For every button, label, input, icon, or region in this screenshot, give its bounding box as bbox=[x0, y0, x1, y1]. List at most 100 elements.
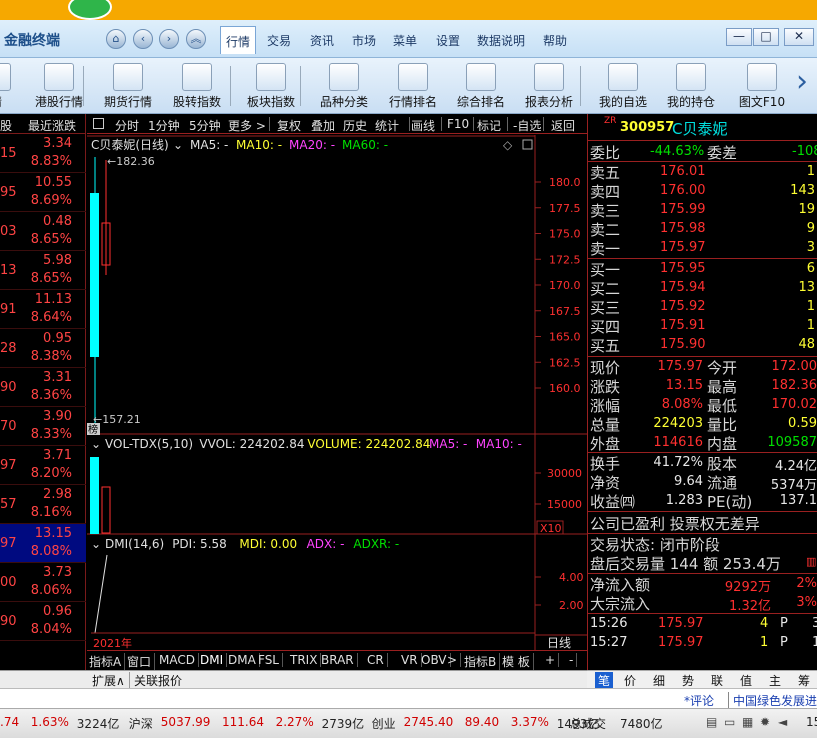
menu-menu[interactable]: 菜单 bbox=[393, 32, 417, 49]
dmi-chart[interactable]: ⌄ DMI(14,6) PDI: 5.58 MDI: 0.00 ADX: - ADXR: … bbox=[87, 535, 587, 650]
menu-news[interactable]: 资讯 bbox=[310, 32, 334, 49]
toolbar-basket-button[interactable]: 我的自选 bbox=[592, 60, 654, 112]
toolbar-bar-rank-button[interactable]: 综合排名 bbox=[450, 60, 512, 112]
ask-label: 卖一 bbox=[590, 240, 621, 258]
chart-tab[interactable]: 返回 bbox=[551, 117, 575, 134]
toolbar-hk-chart-button[interactable]: 港股行情 bbox=[28, 60, 90, 112]
extension-bar: 扩展∧ 关联报价 bbox=[0, 670, 587, 689]
indicator-tab[interactable]: > bbox=[447, 653, 462, 667]
menu-market[interactable]: 市场 bbox=[352, 32, 376, 49]
speaker-icon[interactable]: ◄ bbox=[778, 715, 787, 729]
indicator-tab[interactable]: 指标A bbox=[89, 653, 126, 670]
chart-tab[interactable]: 更多 > bbox=[228, 117, 266, 134]
back-icon[interactable]: ‹ bbox=[133, 29, 153, 49]
menu-help[interactable]: 帮助 bbox=[543, 32, 567, 49]
close-button[interactable]: ✕ bbox=[784, 28, 814, 46]
toolbar-report-pie-button[interactable]: 报表分析 bbox=[518, 60, 580, 112]
news-comment-link[interactable]: *评论 bbox=[684, 692, 714, 709]
doc-icon[interactable]: ▦ bbox=[742, 715, 753, 729]
indicator-tab[interactable]: 窗口 bbox=[127, 653, 156, 670]
maximize-button[interactable]: □ bbox=[753, 28, 779, 46]
toolbar-category-button[interactable]: 品种分类 bbox=[313, 60, 375, 112]
indicator-tab[interactable]: + bbox=[545, 653, 560, 667]
indicator-tab[interactable]: BRAR bbox=[321, 653, 358, 667]
quote-tab[interactable]: 联 bbox=[711, 672, 723, 689]
stock-list-header-change[interactable]: 最近涨跌 bbox=[28, 117, 76, 134]
chart-tab[interactable]: 历史 bbox=[343, 117, 367, 134]
indicator-tab[interactable]: VR bbox=[401, 653, 422, 667]
window-icon[interactable]: ▭ bbox=[724, 715, 735, 729]
stock-row[interactable]: 95 10.55 8.69% bbox=[0, 173, 86, 212]
toolbar-ranking-button[interactable]: 行情排名 bbox=[382, 60, 444, 112]
home-icon[interactable]: ⌂ bbox=[106, 29, 126, 49]
quote-tab[interactable]: 势 bbox=[682, 672, 694, 689]
stock-code-suffix: 15 bbox=[0, 146, 17, 161]
stock-row[interactable]: 90 0.96 8.04% bbox=[0, 602, 86, 641]
toolbar-futures-button[interactable]: 期货行情 bbox=[97, 60, 159, 112]
volume-chart[interactable]: ⌄ VOL-TDX(5,10) VVOL: 224202.84 VOLUME: 224… bbox=[87, 435, 587, 535]
stock-row[interactable]: 90 3.31 8.36% bbox=[0, 368, 86, 407]
indicator-tab[interactable]: 指标B bbox=[464, 653, 501, 670]
stock-row[interactable]: 13 5.98 8.65% bbox=[0, 251, 86, 290]
chart-tab[interactable]: 标记 bbox=[477, 117, 501, 134]
quote-tab[interactable]: 价 bbox=[624, 672, 636, 689]
expand-tab[interactable]: 扩展∧ bbox=[92, 672, 130, 689]
scroll-right-icon[interactable]: › bbox=[796, 64, 808, 99]
menu-data-desc[interactable]: 数据说明 bbox=[477, 32, 525, 49]
indicator-tab[interactable]: DMA bbox=[228, 653, 260, 667]
toolbar-sector-chart-button[interactable]: 板块指数 bbox=[240, 60, 302, 112]
chart-tab[interactable]: 统计 bbox=[375, 117, 399, 134]
chart-tab[interactable]: -自选 bbox=[513, 117, 541, 134]
minimize-button[interactable]: — bbox=[726, 28, 752, 46]
bar-rank-icon bbox=[466, 63, 496, 91]
stock-row[interactable]: 03 0.48 8.65% bbox=[0, 212, 86, 251]
chart-tab[interactable]: 复权 bbox=[277, 117, 301, 134]
stock-list-header-code[interactable]: 股 bbox=[0, 117, 12, 134]
indicator-tab[interactable]: MACD bbox=[159, 653, 199, 667]
chart-tab[interactable]: 叠加 bbox=[311, 117, 335, 134]
indicator-tab[interactable]: 模 板 bbox=[502, 653, 534, 670]
quote-tab[interactable]: 细 bbox=[653, 672, 665, 689]
quote-tab[interactable]: 值 bbox=[740, 672, 752, 689]
quote-tab[interactable]: 筹 bbox=[798, 672, 810, 689]
stock-row[interactable]: 00 3.73 8.06% bbox=[0, 563, 86, 602]
stock-row[interactable]: 15 3.34 8.83% bbox=[0, 134, 86, 173]
stock-row[interactable]: 97 13.15 8.08% bbox=[0, 524, 86, 563]
stock-row[interactable]: 28 0.95 8.38% bbox=[0, 329, 86, 368]
stock-change: 2.98 bbox=[43, 487, 72, 502]
toolbar-holdings-button[interactable]: 我的持仓 bbox=[660, 60, 722, 112]
index-label-hs[interactable]: 沪深 bbox=[129, 715, 153, 732]
after-hours-icon[interactable]: ▥ bbox=[806, 555, 816, 568]
quote-tab[interactable]: 笔 bbox=[595, 672, 614, 689]
collapse-icon[interactable]: ︽ bbox=[186, 29, 206, 49]
kline-chart[interactable]: C贝泰妮(日线) ⌄ MA5: - MA10: - MA20: - MA60: - ◇ 180… bbox=[87, 135, 587, 435]
related-quote-tab[interactable]: 关联报价 bbox=[134, 672, 182, 689]
chart-grid-icon[interactable] bbox=[93, 118, 104, 129]
forward-icon[interactable]: › bbox=[159, 29, 179, 49]
indicator-tab[interactable]: FSL bbox=[258, 653, 283, 667]
alert-icon[interactable]: ✹ bbox=[760, 715, 770, 729]
menu-settings[interactable]: 设置 bbox=[436, 32, 460, 49]
indicator-tab[interactable]: - bbox=[569, 653, 578, 667]
chart-tab[interactable]: 1分钟 bbox=[148, 117, 180, 134]
indicator-tab[interactable]: DMI bbox=[200, 653, 228, 667]
menu-trade[interactable]: 交易 bbox=[267, 32, 291, 49]
index-label-cy[interactable]: 创业 bbox=[372, 715, 396, 732]
toolbar-f10-button[interactable]: 图文F10 bbox=[732, 60, 792, 112]
quote-tab[interactable]: 主 bbox=[769, 672, 781, 689]
stock-row[interactable]: 57 2.98 8.16% bbox=[0, 485, 86, 524]
toolbar-tv-button[interactable]: 情 bbox=[0, 60, 14, 112]
indicator-tab[interactable]: CR bbox=[367, 653, 388, 667]
toolbar-globe-button[interactable]: 股转指数 bbox=[166, 60, 228, 112]
chart-tab[interactable]: F10 bbox=[447, 117, 469, 131]
indicator-tab[interactable]: TRIX bbox=[290, 653, 322, 667]
flow-pct: 2% bbox=[796, 576, 817, 591]
stock-row[interactable]: 91 11.13 8.64% bbox=[0, 290, 86, 329]
layout-icon[interactable]: ▤ bbox=[706, 715, 717, 729]
chart-tab[interactable]: 画线 bbox=[411, 117, 435, 134]
chart-tab[interactable]: 分时 bbox=[115, 117, 139, 134]
menu-quotes[interactable]: 行情 bbox=[220, 26, 257, 54]
chart-tab[interactable]: 5分钟 bbox=[189, 117, 221, 134]
stock-row[interactable]: 70 3.90 8.33% bbox=[0, 407, 86, 446]
stock-row[interactable]: 97 3.71 8.20% bbox=[0, 446, 86, 485]
